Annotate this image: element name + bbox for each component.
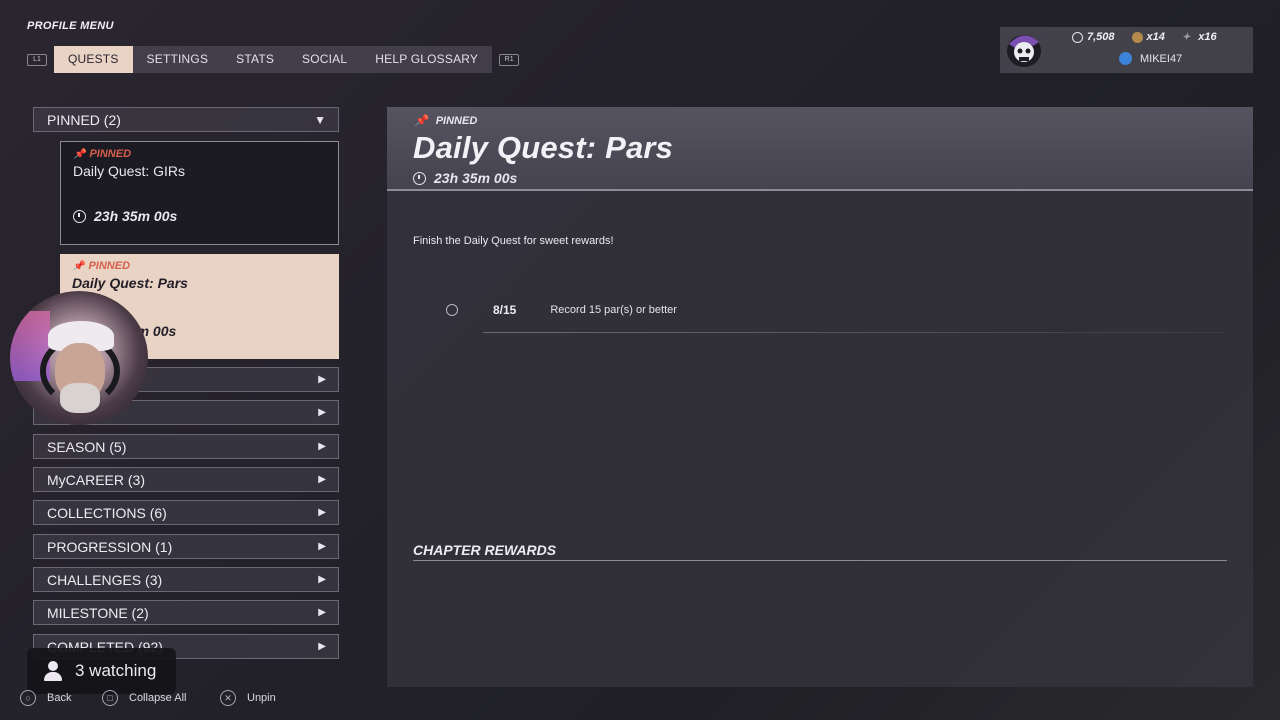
category-milestone[interactable]: MILESTONE (2) ▶: [33, 600, 339, 625]
l1-bumper-hint[interactable]: L1: [27, 53, 47, 66]
objective-status-icon: [446, 304, 458, 316]
coin-count: x14: [1146, 31, 1165, 43]
triangle-right-icon: ▶: [318, 374, 326, 385]
detail-timer: 23h 35m 00s: [413, 170, 517, 186]
detail-pinned-label: PINNED: [435, 114, 478, 127]
collapse-all-hint[interactable]: □ Collapse All: [102, 690, 186, 706]
coin-icon: [1131, 31, 1143, 43]
back-label: Back: [47, 692, 72, 704]
triangle-right-icon: ▶: [318, 507, 326, 518]
category-mycareer[interactable]: MyCAREER (3) ▶: [33, 467, 339, 492]
tab-help-glossary[interactable]: HELP GLOSSARY: [361, 46, 492, 73]
pin-icon: 📌: [72, 260, 85, 272]
tab-settings[interactable]: SETTINGS: [133, 46, 223, 73]
pinned-tag: PINNED: [89, 148, 132, 160]
triangle-right-icon: ▶: [318, 574, 326, 585]
category-challenges[interactable]: CHALLENGES (3) ▶: [33, 567, 339, 592]
triangle-down-icon: ▼: [314, 112, 326, 127]
category-label: MILESTONE (2): [47, 604, 149, 621]
category-label: MyCAREER (3): [47, 471, 146, 488]
vc-amount: 7,508: [1087, 31, 1115, 43]
chapter-rewards-heading: CHAPTER REWARDS: [413, 542, 557, 558]
triangle-right-icon: ▶: [318, 641, 326, 652]
cross-button-icon: ✕: [220, 690, 236, 706]
detail-title: Daily Quest: Pars: [413, 130, 674, 165]
page-title: PROFILE MENU: [27, 20, 114, 32]
rewards-divider: [413, 560, 1227, 561]
category-label: COLLECTIONS (6): [47, 504, 167, 521]
r1-bumper-hint[interactable]: R1: [499, 53, 520, 66]
category-label: CHALLENGES (3): [47, 571, 163, 588]
playstation-icon: [1119, 52, 1132, 65]
objective-divider: [483, 332, 1223, 333]
username-row: MIKEI47: [1119, 52, 1182, 65]
collapse-all-label: Collapse All: [129, 692, 187, 704]
quest-timer: 23h 35m 00s: [94, 208, 178, 224]
quest-title: Daily Quest: GIRs: [73, 163, 186, 179]
category-collections[interactable]: COLLECTIONS (6) ▶: [33, 500, 339, 525]
tab-stats[interactable]: STATS: [222, 46, 288, 73]
pin-icon: 📌: [73, 148, 86, 160]
detail-timer-value: 23h 35m 00s: [434, 170, 518, 186]
tab-quests[interactable]: QUESTS: [54, 46, 133, 73]
triangle-right-icon: ▶: [318, 541, 326, 552]
back-hint[interactable]: ○ Back: [20, 690, 71, 706]
username: MIKEI47: [1140, 52, 1183, 65]
triangle-right-icon: ▶: [318, 474, 326, 485]
quest-title: Daily Quest: Pars: [72, 275, 188, 291]
triangle-right-icon: ▶: [318, 441, 326, 452]
detail-pinned-tag: 📌 PINNED: [414, 114, 478, 128]
triangle-right-icon: ▶: [318, 407, 326, 418]
player-avatar: [1003, 30, 1045, 70]
objective-row: 8/15 Record 15 par(s) or better: [446, 303, 677, 317]
circle-button-icon: ○: [20, 690, 36, 706]
ball-marker-icon: ✦: [1181, 31, 1191, 43]
triangle-right-icon: ▶: [318, 607, 326, 618]
viewer-count-badge: 3 watching: [27, 648, 176, 694]
category-season[interactable]: SEASON (5) ▶: [33, 434, 339, 459]
clock-icon: [413, 171, 426, 185]
clock-icon: [73, 209, 86, 223]
detail-description: Finish the Daily Quest for sweet rewards…: [413, 235, 614, 247]
pin-icon: 📌: [414, 115, 428, 127]
tab-bar: L1 QUESTS SETTINGS STATS SOCIAL HELP GLO…: [27, 46, 520, 73]
objective-text: Record 15 par(s) or better: [550, 304, 677, 316]
unpin-hint[interactable]: ✕ Unpin: [220, 690, 276, 706]
unpin-label: Unpin: [247, 692, 276, 704]
quest-detail-panel: [387, 107, 1253, 687]
tabs: QUESTS SETTINGS STATS SOCIAL HELP GLOSSA…: [54, 46, 493, 73]
square-button-icon: □: [102, 690, 118, 706]
ball-marker-count: x16: [1198, 31, 1217, 43]
currency-row: 7,508 x14 ✦ x16: [1072, 31, 1217, 43]
pinned-quest-card-girs[interactable]: 📌 PINNED Daily Quest: GIRs 23h 35m 00s: [60, 141, 339, 245]
viewer-count: 3 watching: [75, 661, 157, 680]
category-pinned[interactable]: PINNED (2) ▼: [33, 107, 339, 132]
vc-icon: [1072, 31, 1083, 43]
tab-social[interactable]: SOCIAL: [288, 46, 361, 73]
pinned-tag: PINNED: [88, 260, 131, 272]
category-progression[interactable]: PROGRESSION (1) ▶: [33, 534, 339, 559]
streamer-webcam: [10, 291, 148, 425]
person-icon: [43, 661, 63, 681]
category-label: SEASON (5): [47, 438, 127, 455]
category-label: PROGRESSION (1): [47, 538, 173, 555]
objective-progress: 8/15: [493, 303, 517, 317]
category-label: PINNED (2): [47, 111, 121, 128]
